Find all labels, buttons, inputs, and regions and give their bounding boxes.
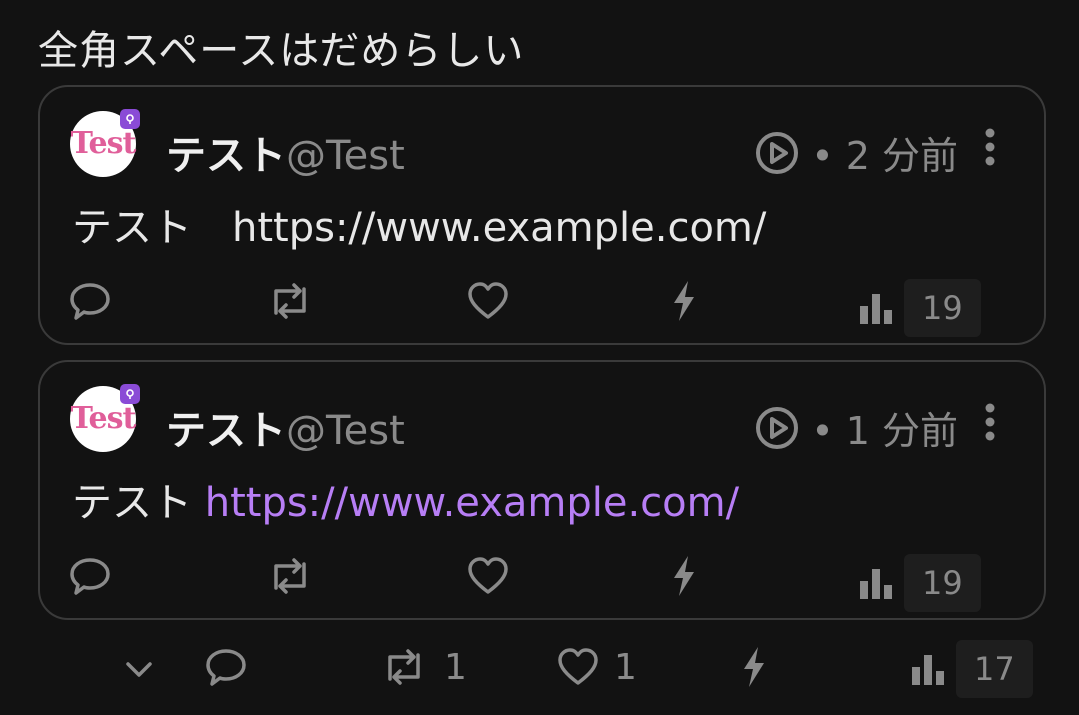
reply-button[interactable] [68,554,112,598]
quoted-post-card[interactable]: Test テスト@Test • 2 分前 テスト https://www.exa… [38,85,1046,345]
post-meta: • 1 分前 [755,400,958,455]
chevron-down-icon [126,662,152,677]
react-button[interactable] [740,645,768,689]
like-button[interactable]: 1 [556,645,637,689]
views-count: 17 [956,640,1033,698]
repost-count: 1 [444,646,467,688]
react-button[interactable] [670,554,698,598]
react-button[interactable] [670,279,698,323]
post-meta: • 2 分前 [755,125,958,180]
repost-button[interactable] [264,279,316,323]
play-icon[interactable] [755,131,799,175]
post-text: テスト [72,480,205,526]
post-body: テスト https://www.example.com/ [72,195,766,253]
lightning-icon [674,556,694,596]
verified-badge-icon [120,384,140,404]
repost-icon [274,558,306,594]
user-handle: @Test [286,133,405,179]
repost-button[interactable]: 1 [378,645,467,689]
display-name[interactable]: テスト@Test [166,398,405,456]
reply-icon [206,649,246,686]
heart-icon [468,282,508,319]
views-button[interactable]: 19 [858,279,981,337]
reply-icon [70,283,110,320]
reply-button[interactable] [204,645,248,689]
views-button[interactable]: 19 [858,554,981,612]
views-count: 19 [904,554,981,612]
reply-icon [70,558,110,595]
post-text: テスト [72,205,232,251]
display-name-text: テスト [166,133,286,179]
timestamp[interactable]: • 1 分前 [811,400,958,455]
repost-button[interactable] [264,554,316,598]
views-count: 19 [904,279,981,337]
bar-chart-icon [860,294,892,324]
verified-badge-icon [120,109,140,129]
views-button[interactable]: 17 [910,640,1033,698]
like-count: 1 [614,646,637,688]
more-options-icon[interactable] [984,127,996,167]
reply-button[interactable] [68,279,112,323]
avatar[interactable]: Test [70,384,140,452]
display-name-text: テスト [166,408,286,454]
status-text: 全角スペースはだめらしい [38,28,525,74]
repost-icon [274,283,306,319]
repost-icon [388,649,420,685]
like-button[interactable] [466,279,510,323]
expand-button[interactable] [124,660,154,680]
timestamp[interactable]: • 2 分前 [811,125,958,180]
post-body: テスト https://www.example.com/ [72,470,739,528]
more-options-icon[interactable] [984,402,996,442]
post-link[interactable]: https://www.example.com/ [205,480,739,526]
lightning-icon [674,281,694,321]
heart-icon [468,557,508,594]
display-name[interactable]: テスト@Test [166,123,405,181]
lightning-icon [744,647,764,687]
bar-chart-icon [912,655,944,685]
like-button[interactable] [466,554,510,598]
quoted-post-card[interactable]: Test テスト@Test • 1 分前 テスト https://www.exa… [38,360,1046,620]
bar-chart-icon [860,569,892,599]
user-handle: @Test [286,408,405,454]
play-icon[interactable] [755,406,799,450]
post-url-text: https://www.example.com/ [232,205,767,251]
heart-icon [558,648,598,685]
avatar[interactable]: Test [70,109,140,177]
